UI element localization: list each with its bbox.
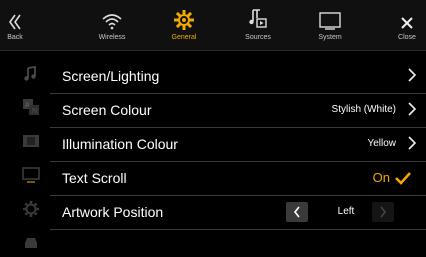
language-icon[interactable]: AN — [22, 98, 40, 116]
tab-general-label: General — [171, 34, 197, 41]
chevron-right-icon — [408, 135, 417, 156]
next-option-button[interactable] — [372, 202, 394, 222]
display-icon[interactable] — [22, 166, 40, 184]
gear-icon[interactable] — [22, 200, 40, 218]
tab-sources-label: Sources — [245, 34, 271, 41]
row-label: Screen/Lighting — [62, 68, 160, 84]
row-value: Left — [337, 206, 355, 217]
chevron-right-icon — [408, 67, 417, 88]
tab-sources[interactable]: Sources — [228, 0, 288, 50]
back-icon — [8, 0, 22, 30]
row-value: On — [372, 170, 390, 185]
row-label: Artwork Position — [62, 204, 164, 220]
tab-wireless[interactable]: Wireless — [82, 0, 142, 50]
close-icon — [400, 0, 414, 30]
tab-system-label: System — [318, 34, 342, 41]
sidebar: AN — [0, 51, 50, 252]
checkmark-icon — [394, 171, 412, 190]
back-button[interactable]: Back — [0, 0, 30, 50]
chevron-left-icon — [293, 206, 300, 218]
row-screen-colour[interactable]: Screen Colour Stylish (White) — [50, 94, 426, 128]
monitor-icon — [319, 0, 341, 30]
tab-wireless-label: Wireless — [98, 34, 126, 41]
row-value: Yellow — [367, 138, 396, 149]
tab-system[interactable]: System — [300, 0, 360, 50]
previous-option-button[interactable] — [286, 202, 308, 222]
filmstrip-icon[interactable] — [22, 132, 40, 150]
back-label: Back — [7, 34, 23, 41]
row-artwork-position: Artwork Position Left — [50, 196, 426, 230]
wireless-icon — [101, 0, 123, 30]
chevron-right-icon — [380, 206, 387, 218]
music-note-icon[interactable] — [22, 65, 40, 83]
row-label: Screen Colour — [62, 102, 152, 118]
close-label: Close — [398, 34, 416, 41]
row-text-scroll[interactable]: Text Scroll On — [50, 162, 426, 196]
row-label: Illumination Colour — [62, 136, 178, 152]
car-icon[interactable] — [22, 234, 40, 252]
gear-icon — [174, 0, 194, 30]
chevron-right-icon — [408, 101, 417, 122]
svg-text:N: N — [32, 108, 37, 115]
close-button[interactable]: Close — [392, 0, 422, 50]
row-value: Stylish (White) — [331, 104, 396, 115]
row-label: Text Scroll — [62, 170, 127, 186]
svg-text:A: A — [25, 102, 30, 109]
tab-general[interactable]: General — [154, 0, 214, 50]
row-illumination-colour[interactable]: Illumination Colour Yellow — [50, 128, 426, 162]
row-screen-lighting[interactable]: Screen/Lighting — [50, 60, 426, 94]
music-note-icon — [248, 0, 268, 30]
top-navigation-bar: Back Wireless General Sources System Clo… — [0, 0, 426, 51]
